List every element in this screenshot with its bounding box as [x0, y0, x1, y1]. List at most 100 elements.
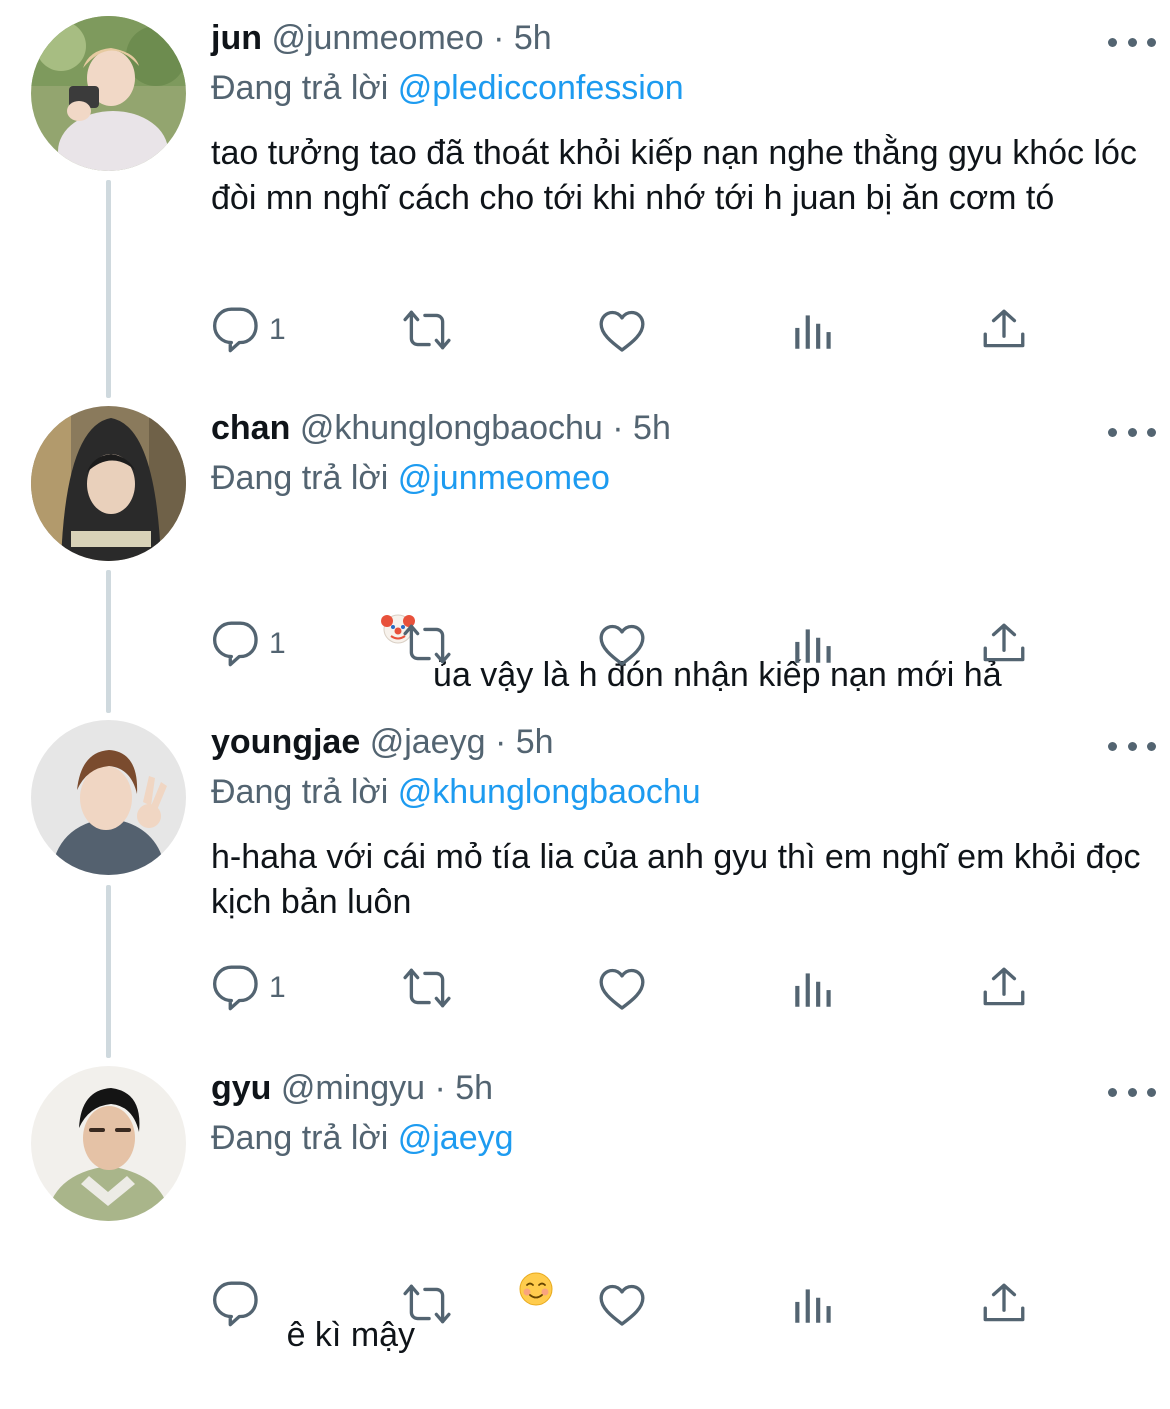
tweet-text: tao tưởng tao đã thoát khỏi kiếp nạn ngh… — [211, 134, 1147, 217]
views-button[interactable] — [789, 300, 839, 360]
avatar-photo — [31, 720, 186, 875]
replying-to: Đang trả lời @junmeomeo — [211, 454, 1141, 502]
replying-to-label: Đang trả lời — [211, 459, 389, 497]
display-name[interactable]: chan — [211, 409, 290, 447]
like-button[interactable] — [597, 1274, 647, 1334]
reply-button[interactable] — [211, 1274, 269, 1334]
user-handle[interactable]: @khunglongbaochu — [300, 409, 603, 447]
replying-to-mention[interactable]: @pledicconfession — [398, 69, 684, 107]
views-button[interactable] — [789, 1274, 839, 1334]
like-button[interactable] — [597, 958, 647, 1018]
timestamp[interactable]: 5h — [455, 1069, 493, 1107]
tweet-content: chan @khunglongbaochu · 5h Đang trả lời … — [211, 406, 1141, 747]
avatar[interactable] — [31, 16, 186, 171]
like-icon — [599, 624, 645, 666]
retweet-button[interactable] — [402, 614, 452, 674]
separator-dot: · — [434, 1069, 446, 1107]
avatar-photo — [31, 1066, 186, 1221]
timestamp[interactable]: 5h — [516, 723, 554, 761]
tweet-actions: 1 — [211, 958, 1041, 1018]
separator-dot: · — [612, 409, 624, 447]
tweet-actions: 1 — [211, 614, 1041, 674]
views-icon — [795, 315, 831, 349]
avatar-photo — [31, 16, 186, 171]
replying-to-label: Đang trả lời — [211, 773, 389, 811]
more-icon[interactable] — [1108, 1070, 1156, 1114]
reply-icon — [212, 1281, 258, 1327]
like-button[interactable] — [597, 300, 647, 360]
retweet-icon — [403, 968, 451, 1008]
tweet-header: jun @junmeomeo · 5h — [211, 16, 1141, 60]
views-icon — [795, 1289, 831, 1323]
timestamp[interactable]: 5h — [514, 19, 552, 57]
more-icon[interactable] — [1108, 20, 1156, 64]
avatar[interactable] — [31, 720, 186, 875]
timestamp[interactable]: 5h — [633, 409, 671, 447]
replying-to-label: Đang trả lời — [211, 1119, 389, 1157]
views-button[interactable] — [789, 614, 839, 674]
reply-icon — [212, 307, 258, 353]
replying-to: Đang trả lời @khunglongbaochu — [211, 768, 1141, 816]
avatar[interactable] — [31, 406, 186, 561]
reply-thread: jun @junmeomeo · 5h Đang trả lời @pledic… — [0, 0, 1170, 1354]
tweet-actions: 1 — [211, 300, 1041, 360]
replying-to-mention[interactable]: @jaeyg — [398, 1119, 514, 1157]
retweet-icon — [403, 624, 451, 664]
share-button[interactable] — [979, 958, 1029, 1018]
reply-icon — [212, 621, 258, 667]
tweet-header: gyu @mingyu · 5h — [211, 1066, 1141, 1110]
views-button[interactable] — [789, 958, 839, 1018]
more-icon[interactable] — [1108, 724, 1156, 768]
share-icon — [983, 1283, 1025, 1322]
reply-count: 1 — [269, 971, 286, 1004]
display-name[interactable]: gyu — [211, 1069, 271, 1107]
display-name[interactable]: youngjae — [211, 723, 360, 761]
reply-button[interactable]: 1 — [211, 958, 286, 1018]
like-button[interactable] — [597, 614, 647, 674]
like-icon — [599, 968, 645, 1010]
tweet[interactable]: jun @junmeomeo · 5h Đang trả lời @pledic… — [0, 16, 1170, 386]
retweet-button[interactable] — [402, 300, 452, 360]
tweet[interactable]: chan @khunglongbaochu · 5h Đang trả lời … — [0, 406, 1170, 696]
display-name[interactable]: jun — [211, 19, 262, 57]
retweet-button[interactable] — [402, 958, 452, 1018]
share-icon — [983, 623, 1025, 662]
reply-count: 1 — [269, 313, 286, 346]
share-button[interactable] — [979, 1274, 1029, 1334]
retweet-icon — [403, 310, 451, 350]
share-button[interactable] — [979, 300, 1029, 360]
user-handle[interactable]: @junmeomeo — [271, 19, 483, 57]
tweet[interactable]: gyu @mingyu · 5h Đang trả lời @jaeyg ê k… — [0, 1066, 1170, 1354]
replying-to-label: Đang trả lời — [211, 69, 389, 107]
tweet-text: h-haha với cái mỏ tía lia của anh gyu th… — [211, 838, 1150, 921]
replying-to-mention[interactable]: @khunglongbaochu — [398, 773, 701, 811]
replying-to: Đang trả lời @jaeyg — [211, 1114, 1141, 1162]
tweet-content: jun @junmeomeo · 5h Đang trả lời @pledic… — [211, 16, 1141, 221]
replying-to-mention[interactable]: @junmeomeo — [398, 459, 610, 497]
share-button[interactable] — [979, 614, 1029, 674]
tweet-actions — [211, 1274, 1041, 1334]
retweet-button[interactable] — [402, 1274, 452, 1334]
user-handle[interactable]: @jaeyg — [370, 723, 486, 761]
avatar-photo — [31, 406, 186, 561]
tweet-header: youngjae @jaeyg · 5h — [211, 720, 1141, 764]
reply-count: 1 — [269, 627, 286, 660]
separator-dot: · — [494, 723, 507, 761]
reply-button[interactable]: 1 — [211, 300, 286, 360]
like-icon — [599, 1284, 645, 1326]
tweet-header: chan @khunglongbaochu · 5h — [211, 406, 1141, 450]
reply-button[interactable]: 1 — [211, 614, 286, 674]
replying-to: Đang trả lời @pledicconfession — [211, 64, 1141, 112]
tweet-content: youngjae @jaeyg · 5h Đang trả lời @khung… — [211, 720, 1141, 925]
separator-dot: · — [493, 19, 505, 57]
views-icon — [795, 973, 831, 1007]
avatar[interactable] — [31, 1066, 186, 1221]
more-icon[interactable] — [1108, 410, 1156, 454]
share-icon — [983, 309, 1025, 348]
reply-icon — [212, 965, 258, 1011]
tweet[interactable]: youngjae @jaeyg · 5h Đang trả lời @khung… — [0, 720, 1170, 1050]
user-handle[interactable]: @mingyu — [281, 1069, 425, 1107]
share-icon — [983, 967, 1025, 1006]
retweet-icon — [403, 1284, 451, 1324]
views-icon — [795, 629, 831, 663]
